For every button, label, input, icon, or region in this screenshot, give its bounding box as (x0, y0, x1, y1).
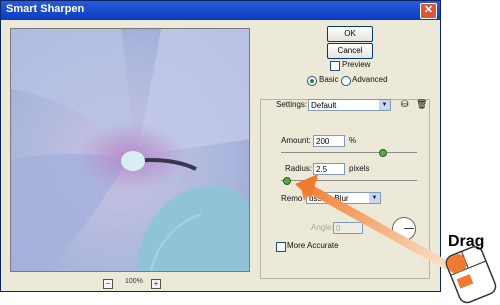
drag-arrow (300, 178, 450, 270)
drag-annotation-overlay (295, 174, 497, 304)
mouse-icon (445, 245, 497, 304)
drag-label: Drag (448, 233, 485, 250)
